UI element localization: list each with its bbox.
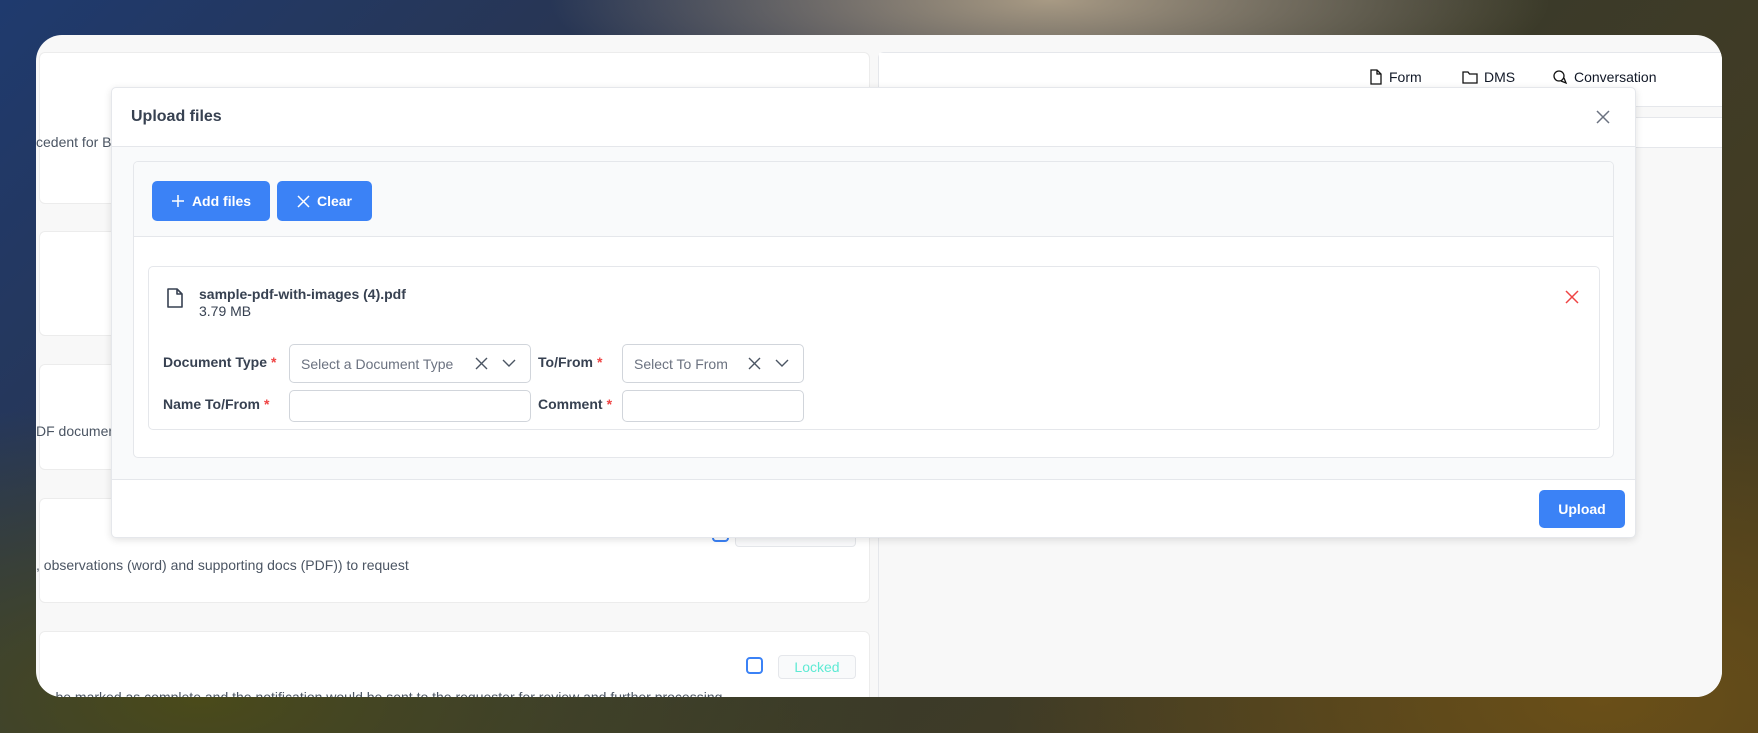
folder-icon [1462, 71, 1478, 84]
dialog-title: Upload files [131, 108, 222, 125]
comment-label: Comment * [538, 396, 612, 412]
label-text: To/From [538, 354, 593, 370]
clear-icon[interactable] [475, 357, 488, 370]
tab-conversation[interactable]: Conversation [1552, 69, 1657, 85]
tab-label: Form [1389, 69, 1422, 85]
file-icon [1370, 69, 1382, 85]
dialog-header: Upload files [112, 88, 1635, 147]
file-size: 3.79 MB [199, 303, 252, 319]
file-upload-panel: Add files Clear sample-pdf-with-images (… [133, 161, 1614, 458]
clear-icon[interactable] [748, 357, 761, 370]
required-mark: * [606, 396, 613, 412]
add-files-label: Add files [191, 193, 252, 209]
upload-button[interactable]: Upload [1539, 490, 1625, 528]
tab-dms[interactable]: DMS [1462, 69, 1515, 85]
upload-toolbar: Add files Clear [134, 162, 1613, 237]
task-description: an be marked as complete and the notific… [36, 689, 723, 697]
chevron-down-icon[interactable] [502, 359, 516, 368]
task-description: cedent for B [36, 134, 112, 150]
task-checkbox[interactable] [746, 657, 763, 674]
task-description: DF documen [36, 423, 117, 439]
label-text: Document Type [163, 354, 267, 370]
tab-label: DMS [1484, 69, 1516, 85]
remove-file-icon[interactable] [1565, 290, 1579, 304]
required-mark: * [263, 396, 270, 412]
file-name: sample-pdf-with-images (4).pdf [199, 286, 406, 302]
name-to-from-input[interactable] [289, 390, 531, 422]
x-icon [297, 194, 310, 208]
file-item: sample-pdf-with-images (4).pdf 3.79 MB D… [148, 266, 1600, 430]
name-to-from-label: Name To/From * [163, 396, 269, 412]
locked-badge: Locked [778, 655, 856, 679]
clear-button[interactable]: Clear [277, 181, 372, 221]
task-description: , observations (word) and supporting doc… [36, 557, 409, 573]
upload-files-dialog: Upload files Add files Clear sample-pdf-… [111, 87, 1636, 538]
dialog-body: Add files Clear sample-pdf-with-images (… [112, 147, 1635, 480]
to-from-label: To/From * [538, 354, 602, 370]
required-mark: * [270, 354, 277, 370]
plus-icon [171, 195, 184, 207]
select-placeholder: Select a Document Type [301, 355, 454, 372]
tab-form[interactable]: Form [1369, 69, 1422, 85]
tab-label: Conversation [1574, 69, 1657, 85]
comment-input[interactable] [622, 390, 804, 422]
close-icon[interactable] [1593, 107, 1613, 127]
document-type-select[interactable]: Select a Document Type [289, 344, 531, 383]
clear-label: Clear [316, 193, 353, 209]
add-files-button[interactable]: Add files [152, 181, 270, 221]
to-from-select[interactable]: Select To From [622, 344, 804, 383]
document-type-label: Document Type * [163, 354, 276, 370]
chat-icon [1553, 70, 1568, 85]
required-mark: * [596, 354, 603, 370]
label-text: Comment [538, 396, 603, 412]
select-placeholder: Select To From [634, 355, 728, 372]
file-icon [167, 288, 183, 308]
chevron-down-icon[interactable] [775, 359, 789, 368]
label-text: Name To/From [163, 396, 260, 412]
